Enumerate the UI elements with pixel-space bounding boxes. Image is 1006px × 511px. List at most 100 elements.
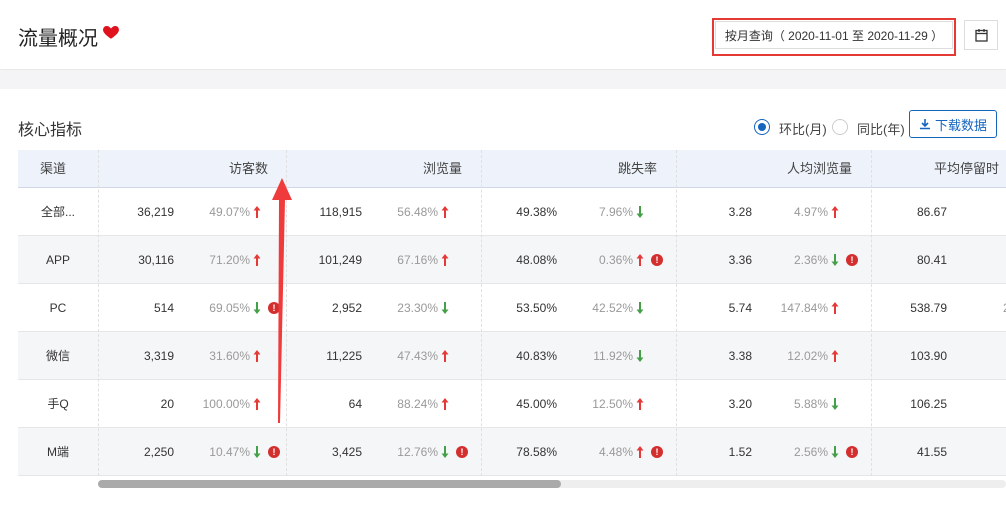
cell-value: 3.38 [728,349,752,363]
cell-value: 5.74 [728,301,752,315]
cell-value: 514 [153,301,174,315]
cell-change-pct: 10.47% [209,445,250,459]
column-divider [871,150,872,476]
red-arrow-annotation [272,178,292,423]
cell-change-pct: 49.07% [209,205,250,219]
section-gap [0,71,1006,89]
cell-change-pct: 2.56% [793,445,828,459]
cell-change-pct: 1 [947,188,1006,236]
col-avg-pageviews[interactable]: 人均浏览量 [676,150,852,188]
cell-value: 45.00% [516,397,557,411]
scrollbar-thumb[interactable] [98,480,561,488]
section-title: 核心指标 [18,122,83,139]
cell-value: 48.08% [516,253,557,267]
col-pageviews[interactable]: 浏览量 [286,150,462,188]
warning-icon[interactable]: ! [651,254,663,266]
arrow-down-icon [831,254,839,266]
arrow-down-icon [441,302,449,314]
arrow-up-icon [636,254,644,266]
cell-value: 36,219 [137,205,174,219]
radio-yoy[interactable] [832,119,848,135]
cell-value: 1.52 [728,445,752,459]
cell-value: 40.83% [516,349,557,363]
page-title: 流量概况 [18,28,98,50]
cell-change-pct: 7.96% [598,205,633,219]
cell-change-pct: 23.30% [397,301,438,315]
cell-change-pct: 4.97% [793,205,828,219]
date-range-picker[interactable]: 按月查询（ 2020-11-01 至 2020-11-29 ） [715,21,953,49]
arrow-down-icon [636,206,644,218]
cell-value: 103.90 [910,349,947,363]
cell-value: 49.38% [516,205,557,219]
cell-value: 3.36 [728,253,752,267]
cell-change-pct: 0.36% [598,253,633,267]
cell-change-pct: 216 [947,284,1006,332]
arrow-up-icon [441,206,449,218]
cell-value: 20 [160,397,174,411]
warning-icon[interactable]: ! [651,446,663,458]
cell-value: 53.50% [516,301,557,315]
warning-icon[interactable]: ! [846,254,858,266]
arrow-up-icon [636,398,644,410]
cell-change-pct: 22 [947,428,1006,476]
cell-channel: 全部... [40,205,75,219]
radio-mom-label[interactable]: 环比(月) [779,119,827,138]
table-row: 手Q 20 100.00% 64 88.24% 45.00% 12.50% 3.20 5.88%… [18,380,1006,428]
col-visitors[interactable]: 访客数 [98,150,268,188]
download-label: 下载数据 [934,117,987,133]
cell-change-pct: 12.50% [592,397,633,411]
arrow-up-icon [441,254,449,266]
cell-channel: 手Q [47,397,69,411]
cell-change-pct: 18 [947,380,1006,428]
arrow-up-icon [636,446,644,458]
cell-value: 2,952 [331,301,362,315]
cell-value: 118,915 [319,205,363,219]
cell-change-pct: 31.60% [209,349,250,363]
table-row: M端 2,250 10.47%! 3,425 12.76%! 78.58% 4.48%! 1.… [18,428,1006,476]
arrow-up-icon [253,398,261,410]
cell-change-pct: 2.36% [793,253,828,267]
calendar-icon [974,29,988,42]
cell-value: 101,249 [318,253,362,267]
cell-change-pct: 12.02% [787,349,828,363]
cell-value: 106.25 [910,397,947,411]
table-row: 全部... 36,219 49.07% 118,915 56.48% 49.38% 7.96… [18,188,1006,236]
arrow-down-icon [636,302,644,314]
cell-change-pct: 69.05% [209,301,250,315]
cell-value: 11,225 [326,349,362,363]
table-header: 渠道 访客数 浏览量 跳失率 人均浏览量 平均停留时 [18,150,1006,188]
radio-mom[interactable] [754,119,770,135]
cell-value: 3.28 [728,205,752,219]
warning-icon[interactable]: ! [846,446,858,458]
cell-change-pct: 56.48% [397,205,438,219]
cell-change-pct: 12.76% [397,445,438,459]
col-bounce-rate[interactable]: 跳失率 [481,150,657,188]
col-avg-duration[interactable]: 平均停留时 [871,150,999,188]
arrow-up-icon [441,350,449,362]
arrow-up-icon [831,206,839,218]
cell-value: 64 [348,397,362,411]
download-icon [919,119,930,130]
arrow-up-icon [253,206,261,218]
arrow-down-icon [441,446,449,458]
cell-value: 30,116 [138,253,174,267]
arrow-up-icon [253,254,261,266]
warning-icon[interactable]: ! [268,446,280,458]
arrow-down-icon [253,446,261,458]
cell-value: 538.79 [910,301,947,315]
radio-yoy-label[interactable]: 同比(年) [857,119,905,138]
col-channel[interactable]: 渠道 [40,150,66,188]
cell-value: 80.41 [916,253,947,267]
download-button[interactable]: 下载数据 [909,110,997,138]
cell-value: 86.67 [916,205,947,219]
cell-value: 2,250 [143,445,174,459]
arrow-down-icon [636,350,644,362]
warning-icon[interactable]: ! [456,446,468,458]
cell-change-pct: 4.48% [598,445,633,459]
table-row: PC 514 69.05%! 2,952 23.30% 53.50% 42.52% 5.74 1… [18,284,1006,332]
cell-channel: PC [49,301,67,315]
arrow-up-icon [831,302,839,314]
heart-icon [103,26,119,39]
cell-value: 41.55 [916,445,947,459]
calendar-button[interactable] [964,20,998,50]
